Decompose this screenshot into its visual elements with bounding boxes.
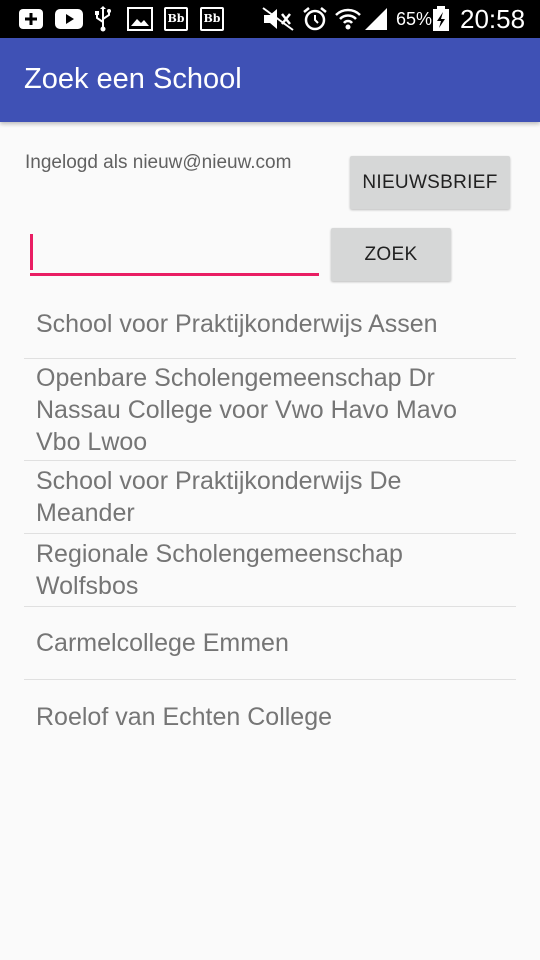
youtube-icon [55,7,83,31]
search-input[interactable] [30,232,319,276]
status-bar: Bb Bb 65% 20:58 [0,0,540,38]
bb-icon: Bb [200,7,224,31]
alarm-icon [302,7,328,31]
school-item[interactable]: School voor Praktijkonderwijs De Meander [24,461,516,534]
wifi-icon [335,7,361,31]
search-button[interactable]: ZOEK [331,228,451,281]
newsletter-button[interactable]: NIEUWSBRIEF [350,156,510,209]
logged-in-label: Ingelogd als nieuw@nieuw.com [25,152,292,173]
school-item[interactable]: Openbare Scholengemeenschap Dr Nassau Co… [24,359,516,461]
battery-charging-icon [432,6,450,31]
school-item[interactable]: Roelof van Echten College [24,680,516,753]
mute-icon [262,7,294,31]
usb-icon [94,6,112,32]
school-item[interactable]: Carmelcollege Emmen [24,607,516,680]
bb-icon: Bb [164,7,188,31]
signal-icon [364,7,388,31]
add-box-icon [18,7,44,31]
app-bar: Zoek een School [0,38,540,122]
school-item[interactable]: Regionale Scholengemeenschap Wolfsbos [24,534,516,607]
battery-percent: 65% [396,9,433,29]
page-title: Zoek een School [24,63,242,95]
school-list: School voor Praktijkonderwijs Assen Open… [24,290,516,753]
school-item[interactable]: School voor Praktijkonderwijs Assen [24,290,516,359]
clock: 20:58 [460,4,526,34]
text-cursor [30,234,33,270]
image-icon [127,7,153,31]
